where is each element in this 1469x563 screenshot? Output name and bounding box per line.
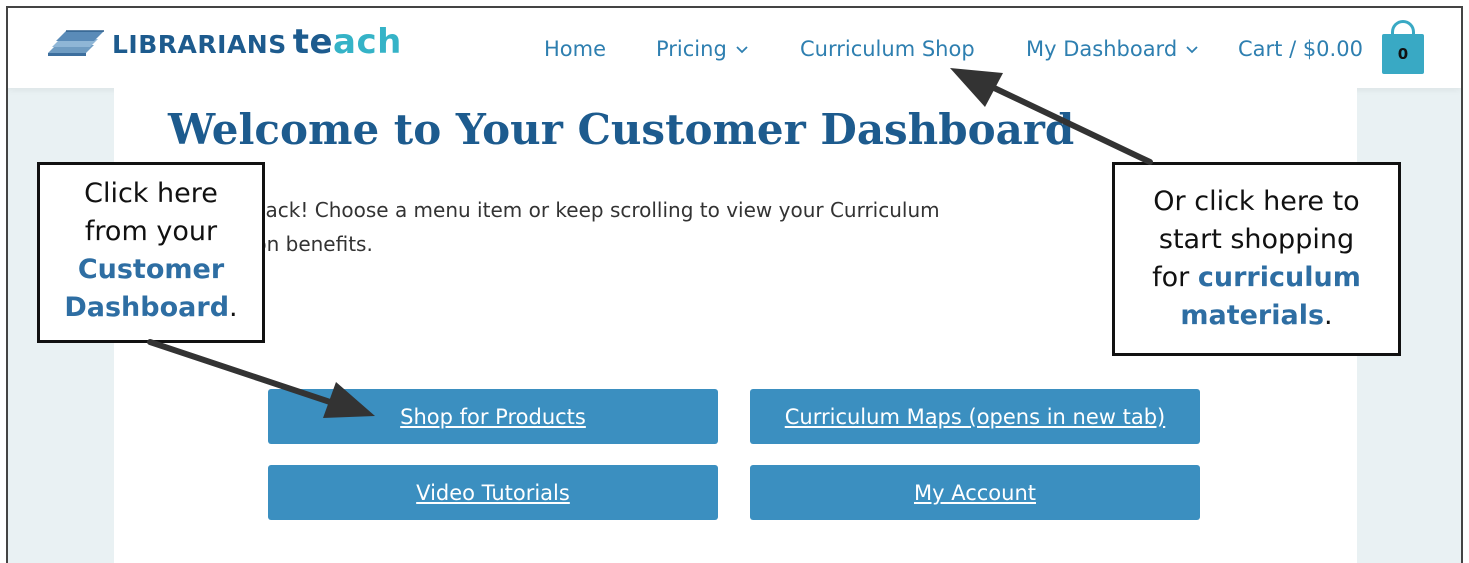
video-tutorials-button[interactable]: Video Tutorials [268,465,718,520]
my-account-button[interactable]: My Account [750,465,1200,520]
nav-my-dashboard-label: My Dashboard [1026,37,1178,61]
nav-cart[interactable]: Cart / $0.00 [1238,37,1363,61]
nav-pricing[interactable]: Pricing [656,37,749,61]
site-header: LIBRARIANS teach Home Pricing Curriculum … [8,8,1461,88]
chevron-down-icon [1186,46,1198,54]
nav-my-dashboard[interactable]: My Dashboard [1026,37,1199,61]
logo-word-te: te [292,22,334,62]
callout-right-suffix: . [1324,300,1333,331]
cart-count-badge[interactable]: 0 [1382,34,1424,74]
callout-right-line-3-prefix: for [1152,262,1190,293]
books-logo-icon [48,30,104,56]
callout-left: Click here from your Customer Dashboard. [37,162,265,343]
nav-home[interactable]: Home [544,37,606,61]
chevron-down-icon [736,46,748,54]
intro-line-1: Welcome back! Choose a menu item or keep… [155,198,940,222]
shop-for-products-button[interactable]: Shop for Products [268,389,718,444]
site-logo[interactable]: LIBRARIANS teach [46,22,402,62]
callout-right-line-2: start shopping [1158,224,1355,255]
curriculum-maps-button[interactable]: Curriculum Maps (opens in new tab) [750,389,1200,444]
logo-word-librarians: LIBRARIANS [112,30,287,59]
callout-left-highlight-1: Customer [77,254,225,285]
logo-word-ach: ach [333,22,402,62]
nav-pricing-label: Pricing [656,37,727,61]
callout-left-suffix: . [229,292,238,323]
callout-left-line-1: Click here [84,178,218,209]
logo-text: LIBRARIANS teach [112,22,402,62]
callout-right-highlight-1: curriculum [1197,262,1361,293]
callout-right: Or click here to start shopping for curr… [1112,162,1401,356]
intro-line-2: Subscription benefits. [155,232,373,256]
callout-right-highlight-2: materials [1180,300,1325,331]
callout-left-line-2: from your [84,216,218,247]
callout-right-line-1: Or click here to [1153,186,1360,217]
page-title: Welcome to Your Customer Dashboard [168,105,1075,154]
intro-text: Welcome back! Choose a menu item or keep… [155,193,1055,261]
callout-left-highlight-2: Dashboard [64,292,230,323]
nav-curriculum-shop[interactable]: Curriculum Shop [800,37,975,61]
